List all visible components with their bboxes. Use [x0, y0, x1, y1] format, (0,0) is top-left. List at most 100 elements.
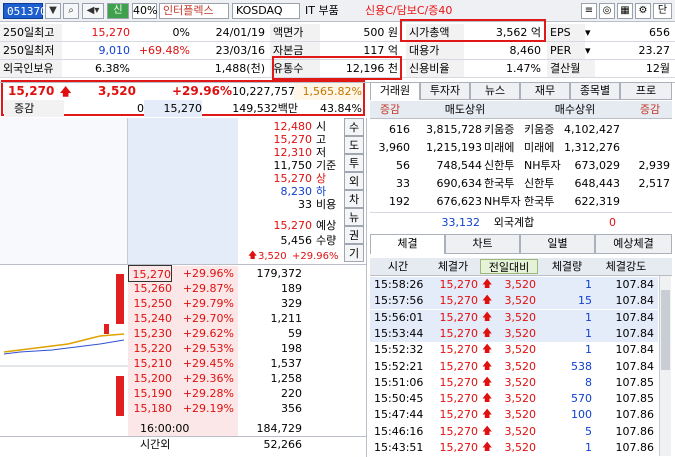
- trade-row[interactable]: 15:50:45 15,270 🡅 3,520 570 107.85: [370, 391, 658, 407]
- summary-block: 12,480 시 15,270 고 12,310 저 11,750 기준 15,…: [238, 118, 344, 264]
- side-button-6[interactable]: 권: [344, 226, 364, 244]
- bid-row[interactable]: 15,240 +29.70% 1,211: [0, 311, 367, 326]
- side-button-0[interactable]: 수: [344, 118, 364, 136]
- per-dropdown-icon[interactable]: ▾: [585, 42, 595, 59]
- trade-strength: 107.84: [615, 310, 655, 324]
- par-label: 액면가: [270, 24, 320, 41]
- bell-icon[interactable]: ◎: [599, 3, 615, 19]
- trade-row[interactable]: 15:51:06 15,270 🡅 3,520 8 107.85: [370, 375, 658, 391]
- side-button-1[interactable]: 도: [344, 136, 364, 154]
- broker-row[interactable]: 3,960 1,215,193 미래에 미래에 1,312,276: [370, 139, 672, 157]
- bid-row[interactable]: 15,270 +29.96% 179,372: [0, 265, 367, 282]
- trade-row[interactable]: 15:52:21 15,270 🡅 3,520 538 107.84: [370, 359, 658, 375]
- tab-top-4[interactable]: 종목별: [570, 82, 620, 100]
- trade-row[interactable]: 15:56:01 15,270 🡅 3,520 1 107.84: [370, 309, 658, 326]
- credit-info: 신용C/담보C/증40: [365, 4, 453, 17]
- trade-qty: 1: [585, 326, 592, 340]
- list-icon[interactable]: ≡: [581, 3, 597, 19]
- broker-row[interactable]: 192 676,623 NH투자 한국투 622,319: [370, 193, 672, 211]
- trade-qty: 100: [571, 408, 592, 422]
- tab-top-3[interactable]: 재무: [520, 82, 570, 100]
- broker-buy-name: 신한투: [524, 177, 555, 190]
- broker-row[interactable]: 33 690,634 한국투 신한투 648,443 2,517: [370, 175, 672, 193]
- ask-price-column: [128, 118, 238, 264]
- tab-top-0[interactable]: 거래원: [370, 82, 420, 100]
- stock-code-input[interactable]: 051370: [3, 3, 47, 19]
- tab-mid-3[interactable]: 예상체결: [595, 234, 672, 254]
- volume: 10,227,757: [232, 85, 295, 98]
- trade-up-icon: 🡅: [482, 393, 493, 405]
- side-button-5[interactable]: 뉴: [344, 208, 364, 226]
- side-button-3[interactable]: 외: [344, 172, 364, 190]
- trade-row[interactable]: 15:46:16 15,270 🡅 3,520 5 107.86: [370, 424, 658, 440]
- trade-row[interactable]: 15:47:44 15,270 🡅 3,520 100 107.86: [370, 407, 658, 423]
- single-button[interactable]: 단: [653, 3, 672, 19]
- broker-change-right: [622, 121, 670, 138]
- trade-qty: 1: [585, 343, 592, 357]
- trade-strength: 107.84: [615, 294, 655, 308]
- broker-buy-name: 미래에: [524, 141, 555, 154]
- speaker-icon[interactable]: ◀▾: [82, 3, 104, 19]
- trade-row[interactable]: 15:53:44 15,270 🡅 3,520 1 107.84: [370, 325, 658, 342]
- info-grid: 250일최고 15,270 0% 24/01/19 액면가 500 원 시가총액…: [0, 24, 675, 80]
- bid-row[interactable]: 15,200 +29.36% 1,258: [0, 371, 367, 386]
- tab-mid-2[interactable]: 일별: [520, 234, 595, 254]
- trade-strength: 107.85: [615, 375, 655, 389]
- cap-value: 3,562 억: [495, 26, 541, 39]
- trade-row[interactable]: 15:43:51 15,270 🡅 3,520 1 107.86: [370, 440, 658, 456]
- bottom-qty: 184,729: [256, 422, 303, 435]
- gear-icon[interactable]: ⚙: [635, 3, 651, 19]
- trade-up-icon: 🡅: [482, 376, 493, 388]
- broker-buy-name: 한국투: [524, 195, 555, 208]
- side-button-4[interactable]: 차: [344, 190, 364, 208]
- tab-top-5[interactable]: 프로: [620, 82, 672, 100]
- bid-row[interactable]: 15,230 +29.62% 59: [0, 326, 367, 341]
- bid-row[interactable]: 15,260 +29.87% 189: [0, 281, 367, 296]
- side-button-7[interactable]: 기: [344, 244, 364, 262]
- float-value: 12,196 천: [345, 62, 398, 75]
- bid-row[interactable]: 15,250 +29.79% 329: [0, 296, 367, 311]
- bid-row[interactable]: 15,190 +29.28% 220: [0, 386, 367, 401]
- scrollbar-thumb[interactable]: [661, 290, 670, 370]
- broker-sell-qty: 690,634: [436, 177, 483, 190]
- high250-date: 24/01/19: [215, 26, 265, 39]
- broker-sell-qty: 3,815,728: [426, 123, 482, 136]
- trade-diff: 3,520: [504, 310, 537, 324]
- low250-value: 9,010: [98, 44, 131, 57]
- trades-hdr-price: 체결가: [437, 260, 469, 273]
- broker-sell-name: 신한투: [484, 159, 515, 172]
- trade-strength: 107.86: [615, 408, 655, 422]
- tab-top-2[interactable]: 뉴스: [470, 82, 520, 100]
- capital-label: 자본금: [270, 42, 320, 59]
- trades-hdr-diff[interactable]: 전일대비: [480, 259, 538, 274]
- tab-mid-1[interactable]: 차트: [445, 234, 520, 254]
- credit-badge[interactable]: 신: [107, 3, 129, 19]
- bid-row[interactable]: 15,220 +29.53% 198: [0, 341, 367, 356]
- bid-pct: +29.19%: [182, 402, 234, 415]
- trades-header: 시간 체결가 전일대비 체결량 체결강도: [370, 258, 672, 276]
- trade-qty: 538: [571, 359, 592, 373]
- trade-row[interactable]: 15:57:56 15,270 🡅 3,520 15 107.84: [370, 293, 658, 310]
- broker-row[interactable]: 616 3,815,728 키움증 키움증 4,102,427: [370, 121, 672, 139]
- trade-qty: 1: [585, 310, 592, 324]
- trade-price: 15,270: [439, 424, 479, 438]
- dropdown-icon[interactable]: ▼: [45, 3, 61, 19]
- bid-row[interactable]: 15,210 +29.45% 1,537: [0, 356, 367, 371]
- side-button-2[interactable]: 투: [344, 154, 364, 172]
- grid-icon[interactable]: ▦: [617, 3, 633, 19]
- search-icon[interactable]: ⌕: [63, 3, 79, 19]
- trade-diff: 3,520: [504, 278, 537, 291]
- trades-scrollbar[interactable]: [659, 276, 671, 456]
- trade-row[interactable]: 15:52:32 15,270 🡅 3,520 1 107.84: [370, 342, 658, 358]
- bid-row[interactable]: 15,180 +29.19% 356: [0, 401, 367, 416]
- tab-top-1[interactable]: 투자자: [420, 82, 470, 100]
- trade-up-icon: 🡅: [482, 425, 493, 437]
- broker-row[interactable]: 56 748,544 신한투 NH투자 673,029 2,939: [370, 157, 672, 175]
- up-arrow-icon: 🡅: [60, 85, 72, 98]
- broker-hdr-buy: 매수상위: [554, 103, 596, 116]
- eps-dropdown-icon[interactable]: ▾: [585, 24, 595, 41]
- change-value-d: 43.84%: [320, 102, 362, 115]
- trade-row[interactable]: 15:58:26 15,270 🡅 3,520 1 107.84: [370, 277, 658, 293]
- tab-mid-0[interactable]: 체결: [370, 234, 445, 254]
- trade-qty: 5: [585, 424, 592, 438]
